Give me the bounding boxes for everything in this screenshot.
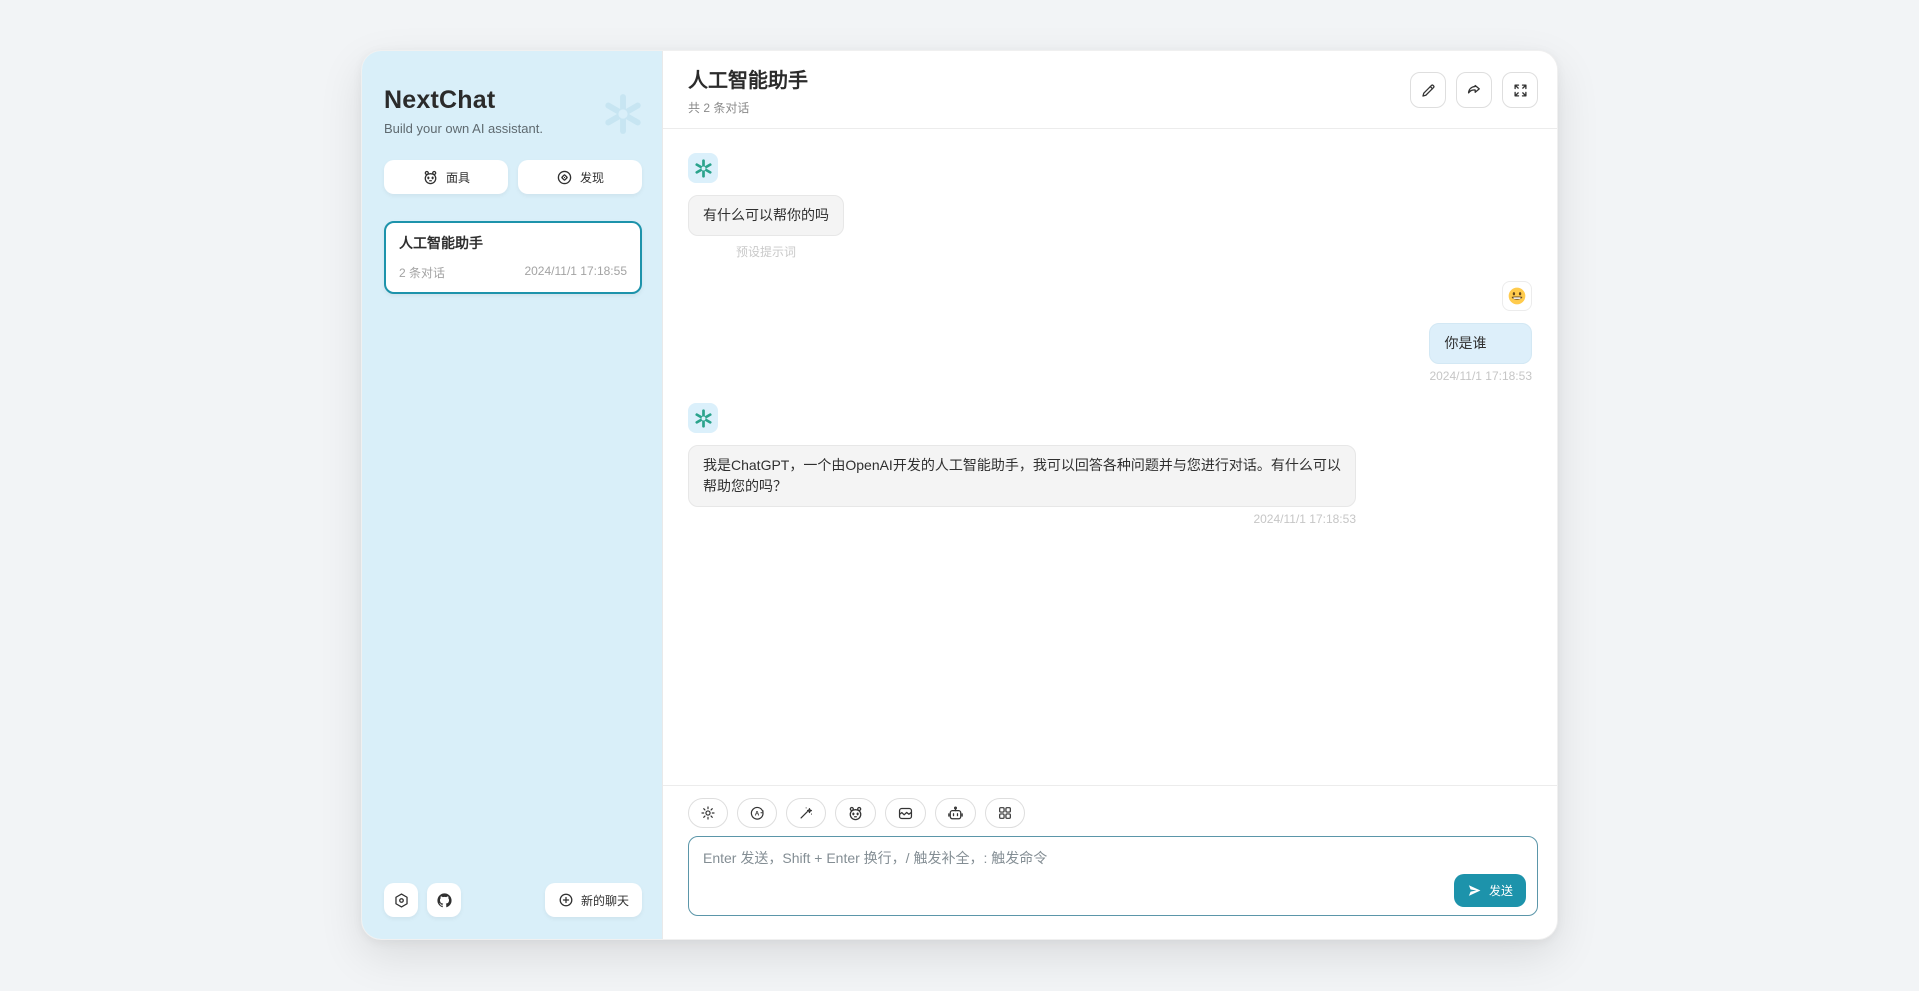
github-button[interactable] — [427, 883, 461, 917]
share-button[interactable] — [1456, 72, 1492, 108]
chat-panel: 人工智能助手 共 2 条对话 — [662, 51, 1557, 939]
shortcuts-button[interactable] — [985, 798, 1025, 828]
masks-button[interactable] — [835, 798, 876, 828]
mask-icon — [847, 805, 864, 822]
new-chat-label: 新的聊天 — [581, 892, 629, 909]
chat-subtitle: 共 2 条对话 — [688, 99, 808, 116]
theme-toggle-button[interactable]: A — [737, 798, 777, 828]
message-bubble[interactable]: 你是谁 — [1429, 323, 1532, 364]
share-icon — [1465, 81, 1483, 99]
mask-button-label: 面具 — [446, 169, 470, 186]
fullscreen-button[interactable] — [1502, 72, 1538, 108]
message-bubble[interactable]: 有什么可以帮你的吗 — [688, 195, 844, 236]
pencil-icon — [1420, 82, 1437, 99]
expand-icon — [1512, 82, 1529, 99]
clear-context-icon — [897, 805, 914, 822]
rename-button[interactable] — [1410, 72, 1446, 108]
message-bubble[interactable]: 我是ChatGPT，一个由OpenAI开发的人工智能助手，我可以回答各种问题并与… — [688, 445, 1356, 507]
input-panel: A — [663, 785, 1557, 939]
sidebar-footer: 新的聊天 — [384, 883, 642, 917]
bot-avatar-icon — [688, 153, 718, 183]
gear-icon — [700, 805, 716, 821]
clear-context-button[interactable] — [885, 798, 926, 828]
send-button-label: 发送 — [1489, 882, 1513, 899]
svg-text:A: A — [755, 810, 760, 817]
preset-prompt-caption: 预设提示词 — [688, 243, 844, 260]
github-icon — [436, 892, 453, 909]
discover-button-label: 发现 — [580, 169, 604, 186]
message-timestamp: 2024/11/1 17:18:53 — [1429, 369, 1532, 383]
robot-icon — [947, 805, 964, 822]
user-message: 你是谁 2024/11/1 17:18:53 — [688, 281, 1532, 383]
grid-icon — [997, 805, 1013, 821]
discover-icon — [556, 169, 573, 186]
magic-wand-icon — [798, 805, 814, 821]
chat-settings-button[interactable] — [688, 798, 728, 828]
chat-title: 人工智能助手 — [688, 64, 808, 93]
new-chat-button[interactable]: 新的聊天 — [545, 883, 642, 917]
send-button[interactable]: 发送 — [1454, 874, 1526, 907]
message-list[interactable]: 有什么可以帮你的吗 预设提示词 你是谁 2024/ — [663, 129, 1557, 785]
message-timestamp: 2024/11/1 17:18:53 — [688, 512, 1356, 526]
settings-icon — [393, 892, 410, 909]
prompts-button[interactable] — [786, 798, 826, 828]
chat-item-time: 2024/11/1 17:18:55 — [524, 264, 627, 281]
theme-auto-icon: A — [749, 805, 765, 821]
chat-input-toolbar: A — [688, 798, 1538, 828]
bot-message: 我是ChatGPT，一个由OpenAI开发的人工智能助手，我可以回答各种问题并与… — [688, 403, 1532, 528]
paper-plane-icon — [1467, 883, 1482, 898]
discover-button[interactable]: 发现 — [518, 160, 642, 194]
mask-button[interactable]: 面具 — [384, 160, 508, 194]
bot-avatar-icon — [688, 403, 718, 433]
bot-message: 有什么可以帮你的吗 预设提示词 — [688, 153, 1532, 261]
chat-list: 人工智能助手 2 条对话 2024/11/1 17:18:55 — [384, 221, 642, 294]
chat-list-item-selected[interactable]: 人工智能助手 2 条对话 2024/11/1 17:18:55 — [384, 221, 642, 294]
user-avatar-emoji-icon — [1502, 281, 1532, 311]
openai-logo-watermark-icon — [600, 91, 646, 137]
settings-button[interactable] — [384, 883, 418, 917]
mask-icon — [422, 169, 439, 186]
chat-header: 人工智能助手 共 2 条对话 — [663, 51, 1557, 129]
chat-input[interactable] — [688, 836, 1538, 916]
chat-item-title: 人工智能助手 — [399, 233, 627, 253]
plus-circle-icon — [558, 892, 574, 908]
app-window: NextChat Build your own AI assistant. 面具 — [361, 50, 1558, 940]
sidebar: NextChat Build your own AI assistant. 面具 — [362, 51, 662, 939]
chat-item-count: 2 条对话 — [399, 264, 445, 281]
model-select-button[interactable] — [935, 798, 976, 828]
